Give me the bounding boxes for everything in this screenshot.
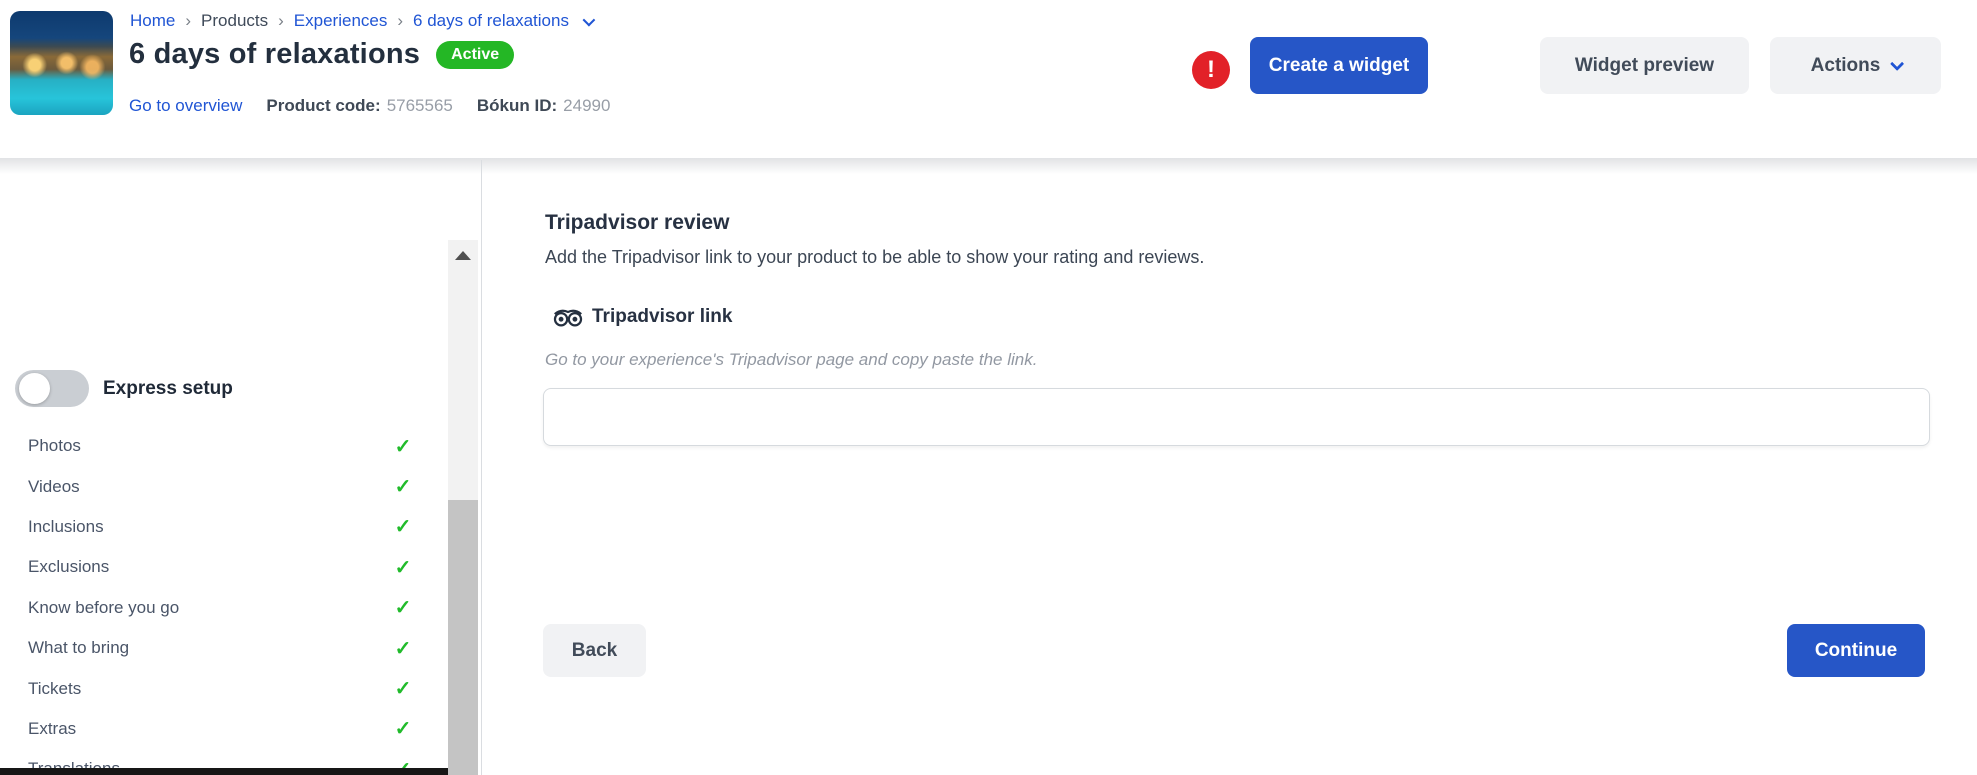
sidebar-item-label: Know before you go <box>28 598 179 618</box>
product-code: Product code: 5765565 <box>266 96 452 116</box>
check-icon <box>395 474 412 499</box>
section-description: Add the Tripadvisor link to your product… <box>545 247 1204 268</box>
continue-button[interactable]: Continue <box>1787 624 1925 677</box>
sidebar-item-label: Exclusions <box>28 557 109 577</box>
tripadvisor-icon <box>553 308 583 327</box>
sidebar-item-label: Extras <box>28 719 76 739</box>
sidebar-nav: Photos Videos Inclusions Exclusions Know <box>0 426 448 775</box>
sidebar-item[interactable]: Videos <box>0 466 448 506</box>
check-icon <box>395 514 412 539</box>
item-status <box>391 676 415 701</box>
back-button[interactable]: Back <box>543 624 646 677</box>
tripadvisor-link-hint: Go to your experience's Tripadvisor page… <box>545 350 1037 370</box>
check-icon <box>395 555 412 580</box>
title-row: 6 days of relaxations Active <box>129 38 514 71</box>
product-thumbnail[interactable] <box>10 11 113 115</box>
bottom-edge <box>0 768 448 775</box>
item-status <box>391 555 415 580</box>
sidebar-item[interactable]: Extras <box>0 709 448 749</box>
scroll-up-icon[interactable] <box>455 251 471 260</box>
alert-icon[interactable] <box>1192 51 1230 89</box>
sidebar-divider <box>481 160 482 775</box>
item-status <box>391 434 415 459</box>
sidebar-item[interactable]: Know before you go <box>0 588 448 628</box>
sidebar-item[interactable]: Tickets <box>0 668 448 708</box>
product-header: Home Products Experiences 6 days of rela… <box>0 0 1977 158</box>
check-icon <box>395 716 412 741</box>
chevron-down-icon[interactable] <box>583 13 596 26</box>
item-status <box>391 474 415 499</box>
breadcrumb-experiences[interactable]: Experiences <box>294 11 388 31</box>
express-setup-row: Express setup <box>15 370 233 407</box>
sidebar-item-label: What to bring <box>28 638 129 658</box>
check-icon <box>395 434 412 459</box>
page-title: 6 days of relaxations <box>129 38 420 71</box>
item-status <box>391 716 415 741</box>
tripadvisor-link-label-text: Tripadvisor link <box>592 306 732 328</box>
item-status <box>391 595 415 620</box>
widget-preview-button[interactable]: Widget preview <box>1540 37 1749 94</box>
app-window: Home Products Experiences 6 days of rela… <box>0 0 1977 775</box>
toggle-knob <box>19 373 50 404</box>
product-code-label: Product code: <box>266 96 380 115</box>
create-widget-button[interactable]: Create a widget <box>1250 37 1428 94</box>
section-heading: Tripadvisor review <box>545 211 729 235</box>
breadcrumb-separator-icon <box>397 11 403 31</box>
sidebar-item[interactable]: Exclusions <box>0 547 448 587</box>
breadcrumb-separator-icon <box>185 11 191 31</box>
sidebar-item[interactable]: What to bring <box>0 628 448 668</box>
sidebar-scrollbar-thumb[interactable] <box>448 500 478 775</box>
breadcrumb-current-product[interactable]: 6 days of relaxations <box>413 11 569 31</box>
sidebar-item[interactable]: Inclusions <box>0 507 448 547</box>
breadcrumb: Home Products Experiences 6 days of rela… <box>130 11 592 31</box>
item-status <box>391 636 415 661</box>
sidebar-item-label: Photos <box>28 436 81 456</box>
product-code-value: 5765565 <box>387 96 453 115</box>
setup-sidebar: Express setup Photos Videos Inclusions E… <box>0 174 481 775</box>
sidebar-item-label: Tickets <box>28 679 81 699</box>
chevron-down-icon <box>1890 56 1904 70</box>
check-icon <box>395 636 412 661</box>
tripadvisor-link-input[interactable] <box>543 388 1930 446</box>
header-divider <box>0 158 1977 174</box>
product-info-row: Go to overview Product code: 5765565 Bóku… <box>129 96 610 116</box>
bokun-id-label: Bókun ID: <box>477 96 557 115</box>
go-to-overview-link[interactable]: Go to overview <box>129 96 242 116</box>
sidebar-item[interactable]: Photos <box>0 426 448 466</box>
check-icon <box>395 676 412 701</box>
check-icon <box>395 595 412 620</box>
bokun-id-value: 24990 <box>563 96 610 115</box>
tripadvisor-link-label: Tripadvisor link <box>545 306 732 328</box>
sidebar-item-label: Inclusions <box>28 517 104 537</box>
breadcrumb-products[interactable]: Products <box>201 11 268 31</box>
actions-button[interactable]: Actions <box>1770 37 1941 94</box>
sidebar-item-label: Videos <box>28 477 80 497</box>
bokun-id: Bókun ID: 24990 <box>477 96 611 116</box>
actions-button-label: Actions <box>1811 55 1881 77</box>
breadcrumb-home[interactable]: Home <box>130 11 175 31</box>
express-setup-toggle[interactable] <box>15 370 89 407</box>
breadcrumb-separator-icon <box>278 11 284 31</box>
express-setup-label: Express setup <box>103 378 233 400</box>
item-status <box>391 514 415 539</box>
status-badge: Active <box>436 41 514 69</box>
